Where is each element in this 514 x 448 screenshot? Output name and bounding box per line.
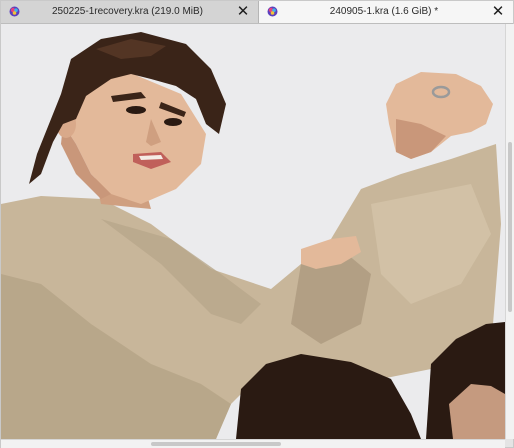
artwork-painting — [1, 24, 505, 439]
krita-app-icon — [9, 6, 20, 17]
drawing-canvas[interactable] — [1, 24, 505, 439]
horizontal-scrollbar[interactable] — [1, 439, 505, 448]
tab-bar: 250225-1recovery.kra (219.0 MiB) ✕ 24090… — [1, 1, 513, 24]
right-eye — [164, 118, 182, 126]
left-eye — [126, 106, 146, 114]
tab-document-active[interactable]: 240905-1.kra (1.6 GiB) * ✕ — [259, 1, 513, 23]
document-window: 250225-1recovery.kra (219.0 MiB) ✕ 24090… — [0, 0, 514, 448]
close-icon[interactable]: ✕ — [236, 4, 250, 19]
scrollbar-thumb[interactable] — [151, 442, 281, 446]
tab-title: 240905-1.kra (1.6 GiB) * — [329, 6, 439, 17]
vertical-scrollbar[interactable] — [505, 24, 514, 439]
tab-title: 250225-1recovery.kra (219.0 MiB) — [52, 6, 203, 17]
scroll-corner — [505, 439, 513, 447]
scrollbar-thumb[interactable] — [508, 142, 512, 312]
close-icon[interactable]: ✕ — [491, 4, 505, 19]
krita-app-icon — [267, 6, 278, 17]
tab-document-recovery[interactable]: 250225-1recovery.kra (219.0 MiB) ✕ — [1, 1, 259, 23]
